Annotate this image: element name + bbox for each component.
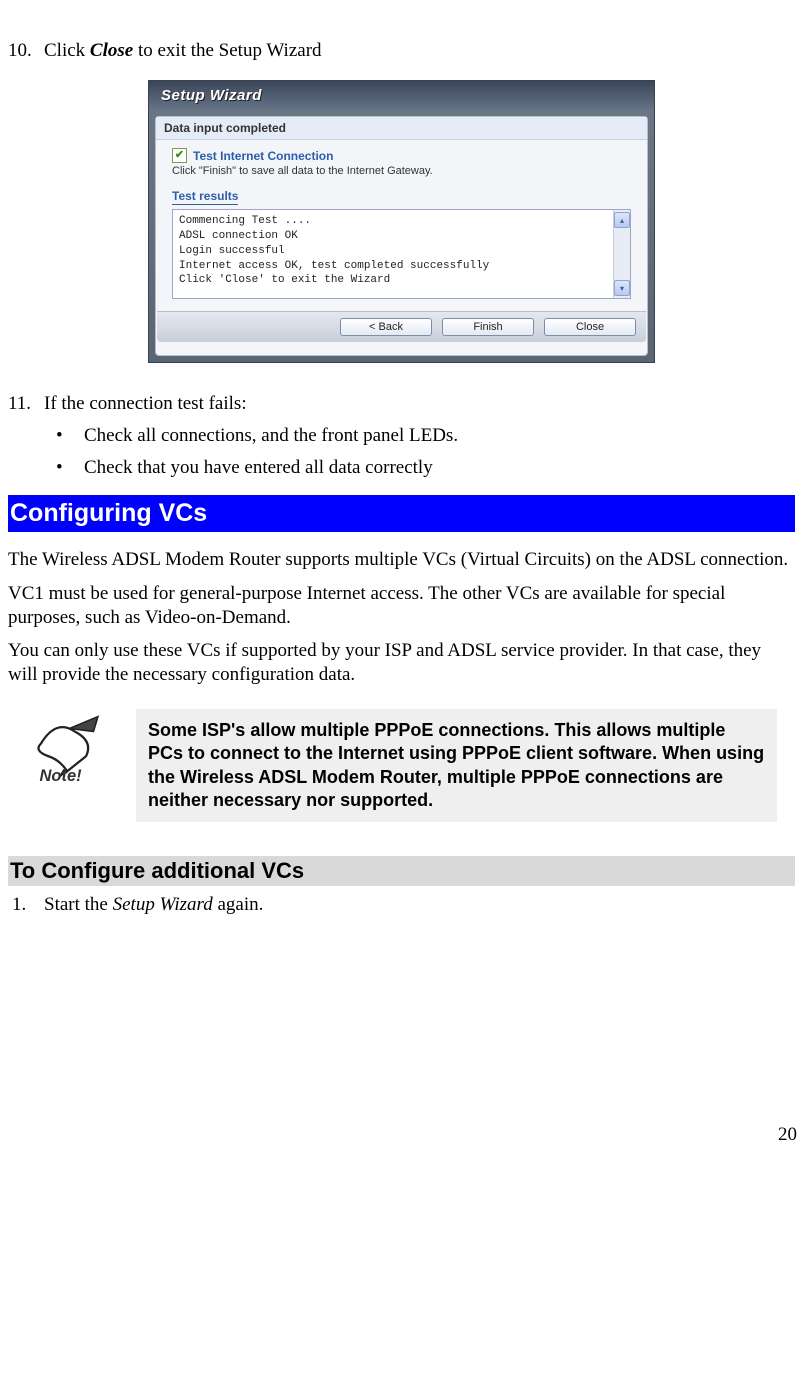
step-text: If the connection test fails: [44,393,247,415]
bullet-text: Check that you have entered all data cor… [84,457,433,479]
bullet-icon: • [56,425,84,447]
step-text: Start the Setup Wizard again. [44,894,263,916]
paragraph: VC1 must be used for general-purpose Int… [8,582,795,630]
step-number: 10. [8,40,44,62]
bullet-item: • Check that you have entered all data c… [56,457,795,479]
section-heading: Configuring VCs [8,495,795,532]
step-number: 11. [8,393,44,415]
back-button[interactable]: < Back [340,318,432,336]
step-10: 10. Click Close to exit the Setup Wizard [8,40,795,62]
wizard-title: Setup Wizard [149,81,654,110]
bullet-item: • Check all connections, and the front p… [56,425,795,447]
note-icon: Note! [8,709,136,823]
subsection-heading: To Configure additional VCs [8,856,795,886]
paragraph: You can only use these VCs if supported … [8,639,795,687]
paragraph: The Wireless ADSL Modem Router supports … [8,548,795,572]
bullet-icon: • [56,457,84,479]
wizard-screenshot: Setup Wizard Data input completed ✔ Test… [8,80,795,363]
note-row: Note! Some ISP's allow multiple PPPoE co… [8,709,795,823]
svg-text:Note!: Note! [40,767,83,783]
note-text: Some ISP's allow multiple PPPoE connecti… [136,709,777,823]
wizard-status: Data input completed [156,117,647,140]
checkbox-icon[interactable]: ✔ [172,148,187,163]
results-label: Test results [172,189,238,205]
results-box: Commencing Test .... ADSL connection OK … [172,209,631,299]
scroll-up-icon[interactable]: ▴ [614,212,630,228]
close-button[interactable]: Close [544,318,636,336]
step-number: 1. [12,894,44,916]
scrollbar[interactable]: ▴ ▾ [613,210,630,298]
wizard-hint: Click "Finish" to save all data to the I… [172,165,631,177]
checkbox-label: Test Internet Connection [193,149,333,163]
step-11: 11. If the connection test fails: [8,393,795,415]
bullet-text: Check all connections, and the front pan… [84,425,458,447]
finish-button[interactable]: Finish [442,318,534,336]
step-text: Click Close to exit the Setup Wizard [44,40,322,62]
results-text: Commencing Test .... ADSL connection OK … [173,210,613,298]
scroll-down-icon[interactable]: ▾ [614,280,630,296]
page-number: 20 [0,924,803,1156]
step-1: 1. Start the Setup Wizard again. [8,894,795,916]
